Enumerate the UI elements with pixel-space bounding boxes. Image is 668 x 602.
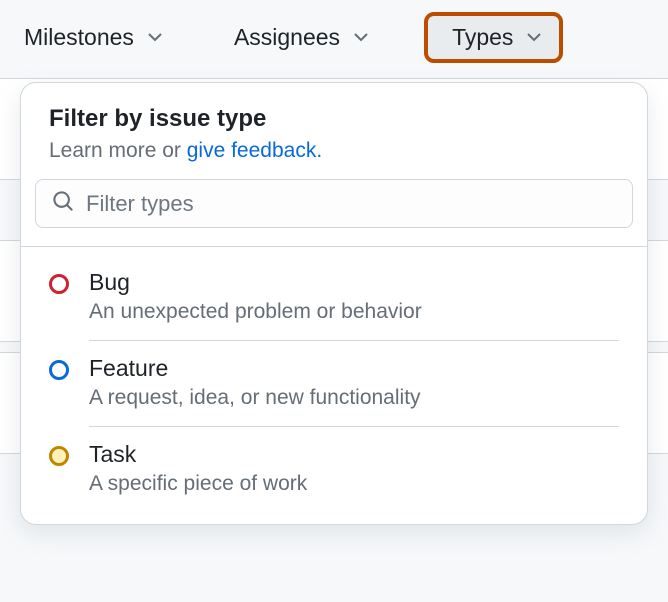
- caret-down-icon: [527, 33, 541, 42]
- task-circle-icon: [49, 446, 69, 466]
- type-content: Feature A request, idea, or new function…: [89, 355, 619, 427]
- types-dropdown: Filter by issue type Learn more or give …: [20, 82, 648, 525]
- search-box[interactable]: [35, 179, 633, 228]
- dropdown-subtitle: Learn more or give feedback.: [49, 139, 619, 163]
- type-desc: A request, idea, or new functionality: [89, 386, 619, 410]
- type-item-feature[interactable]: Feature A request, idea, or new function…: [21, 341, 647, 427]
- search-icon: [52, 190, 74, 217]
- type-name: Feature: [89, 355, 619, 382]
- type-name: Bug: [89, 269, 619, 296]
- types-filter-button[interactable]: Types: [424, 12, 563, 63]
- feature-circle-icon: [49, 360, 69, 380]
- caret-down-icon: [354, 33, 368, 42]
- assignees-filter-button[interactable]: Assignees: [218, 14, 384, 61]
- filter-bar: Milestones Assignees Types: [0, 0, 668, 75]
- type-item-task[interactable]: Task A specific piece of work: [21, 427, 647, 512]
- types-label: Types: [452, 24, 513, 51]
- type-desc: An unexpected problem or behavior: [89, 300, 619, 324]
- search-wrapper: [21, 179, 647, 246]
- type-content: Task A specific piece of work: [89, 441, 619, 512]
- type-list: Bug An unexpected problem or behavior Fe…: [21, 247, 647, 524]
- type-desc: A specific piece of work: [89, 472, 619, 496]
- milestones-label: Milestones: [24, 24, 134, 51]
- type-name: Task: [89, 441, 619, 468]
- subtitle-prefix: Learn more or: [49, 139, 187, 162]
- filter-types-input[interactable]: [86, 191, 616, 217]
- type-item-bug[interactable]: Bug An unexpected problem or behavior: [21, 255, 647, 341]
- give-feedback-link[interactable]: give feedback.: [187, 139, 322, 162]
- dropdown-header: Filter by issue type Learn more or give …: [21, 83, 647, 179]
- type-content: Bug An unexpected problem or behavior: [89, 269, 619, 341]
- dropdown-title: Filter by issue type: [49, 105, 619, 133]
- assignees-label: Assignees: [234, 24, 340, 51]
- bug-circle-icon: [49, 274, 69, 294]
- caret-down-icon: [148, 33, 162, 42]
- milestones-filter-button[interactable]: Milestones: [8, 14, 178, 61]
